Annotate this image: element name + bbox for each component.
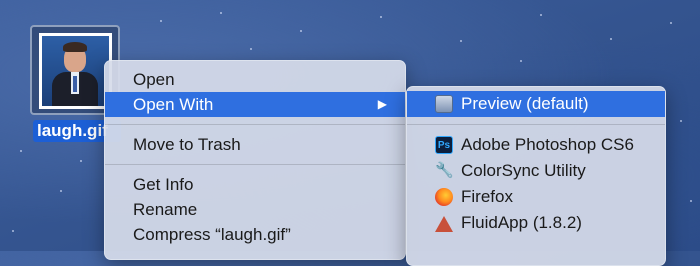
menu-item-label: Open With — [133, 95, 214, 114]
menu-item-rename[interactable]: Rename — [105, 197, 405, 222]
menu-divider — [407, 124, 665, 125]
submenu-item-preview[interactable]: Preview (default) — [407, 91, 665, 117]
submenu-item-label: Preview (default) — [461, 94, 589, 113]
menu-divider — [105, 164, 405, 165]
thumbnail-image — [39, 33, 112, 109]
colorsync-icon: 🔧 — [435, 162, 454, 179]
context-menu: Open Open With ▶ Move to Trash Get Info … — [104, 60, 406, 260]
submenu-item-fluidapp[interactable]: FluidApp (1.8.2) — [407, 210, 665, 236]
submenu-item-firefox[interactable]: Firefox — [407, 184, 665, 210]
open-with-submenu: Preview (default) Ps Adobe Photoshop CS6… — [406, 86, 666, 266]
preview-icon — [435, 95, 453, 113]
photoshop-icon: Ps — [435, 136, 453, 154]
menu-item-move-to-trash[interactable]: Move to Trash — [105, 132, 405, 157]
menu-item-open[interactable]: Open — [105, 67, 405, 92]
firefox-icon — [435, 188, 453, 206]
submenu-item-label: FluidApp (1.8.2) — [461, 213, 582, 232]
fluidapp-icon — [435, 216, 453, 232]
menu-divider — [105, 124, 405, 125]
menu-item-open-with[interactable]: Open With ▶ — [105, 92, 405, 117]
submenu-item-label: ColorSync Utility — [461, 161, 586, 180]
submenu-item-label: Firefox — [461, 187, 513, 206]
submenu-arrow-icon: ▶ — [377, 97, 387, 111]
submenu-item-colorsync[interactable]: 🔧 ColorSync Utility — [407, 158, 665, 184]
menu-item-get-info[interactable]: Get Info — [105, 172, 405, 197]
submenu-item-photoshop[interactable]: Ps Adobe Photoshop CS6 — [407, 132, 665, 158]
menu-item-compress[interactable]: Compress “laugh.gif” — [105, 222, 405, 247]
submenu-item-label: Adobe Photoshop CS6 — [461, 135, 634, 154]
